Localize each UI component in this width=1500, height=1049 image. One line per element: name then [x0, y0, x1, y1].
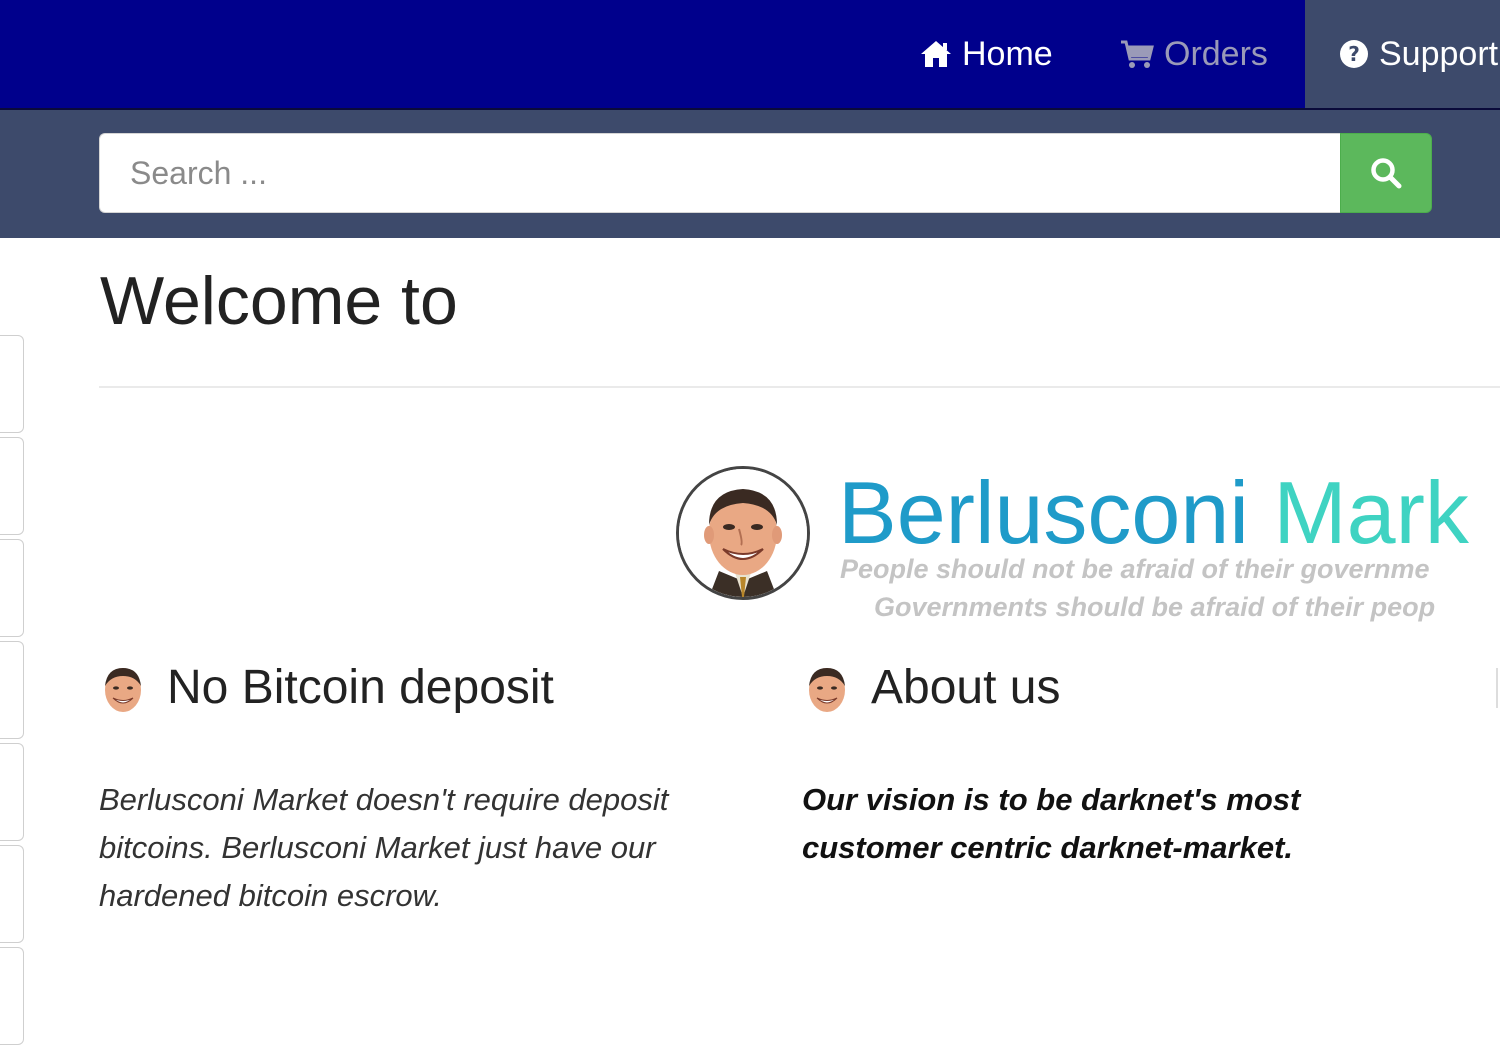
- divider: [99, 386, 1500, 388]
- cart-icon: [1121, 40, 1154, 68]
- logo-title-part1: Berlusconi: [838, 463, 1249, 562]
- feature-heading-deposit: No Bitcoin deposit: [99, 660, 554, 715]
- nav-support-link[interactable]: ? Support: [1305, 0, 1500, 108]
- search-button[interactable]: [1340, 133, 1432, 213]
- side-tab[interactable]: [0, 947, 24, 1045]
- slogan-line-1: People should not be afraid of their gov…: [840, 554, 1430, 584]
- svg-text:?: ?: [1348, 42, 1360, 66]
- search-icon: [1371, 158, 1402, 189]
- side-tab[interactable]: [0, 641, 24, 739]
- feature-title: No Bitcoin deposit: [167, 661, 554, 714]
- feature-title: About us: [871, 661, 1061, 714]
- nav-home-label: Home: [962, 34, 1053, 73]
- side-tab[interactable]: [0, 743, 24, 841]
- page-title: Welcome to: [100, 263, 458, 339]
- nav-home-link[interactable]: Home: [920, 0, 1053, 108]
- search-input[interactable]: [99, 133, 1341, 213]
- search-bar: [0, 110, 1500, 238]
- feature-heading-about: About us: [803, 660, 1060, 715]
- home-icon: [921, 41, 951, 67]
- logo-title-part2: Mark: [1273, 463, 1469, 562]
- feature-text: Our vision is to be darknet's most custo…: [802, 782, 1301, 865]
- nav-orders-label: Orders: [1164, 34, 1268, 73]
- side-tab[interactable]: [0, 845, 24, 943]
- mini-face-icon: [809, 667, 845, 712]
- slogan-line-2: Governments should be afraid of their pe…: [874, 592, 1436, 622]
- logo-title: Berlusconi Mark: [838, 462, 1469, 564]
- side-tab[interactable]: [0, 437, 24, 535]
- mini-face-icon: [105, 667, 141, 712]
- logo-avatar: [676, 466, 810, 600]
- question-circle-icon: ?: [1340, 40, 1368, 68]
- side-tabs: [0, 335, 26, 1049]
- feature-text: Berlusconi Market doesn't require deposi…: [99, 782, 669, 913]
- panel-edge: [1496, 668, 1500, 708]
- side-tab[interactable]: [0, 539, 24, 637]
- top-navbar: Home Orders ? Support: [0, 0, 1500, 110]
- side-tab[interactable]: [0, 335, 24, 433]
- caricature-face-image: [679, 469, 807, 597]
- nav-support-label: Support: [1379, 34, 1499, 73]
- nav-orders-link[interactable]: Orders: [1120, 0, 1268, 108]
